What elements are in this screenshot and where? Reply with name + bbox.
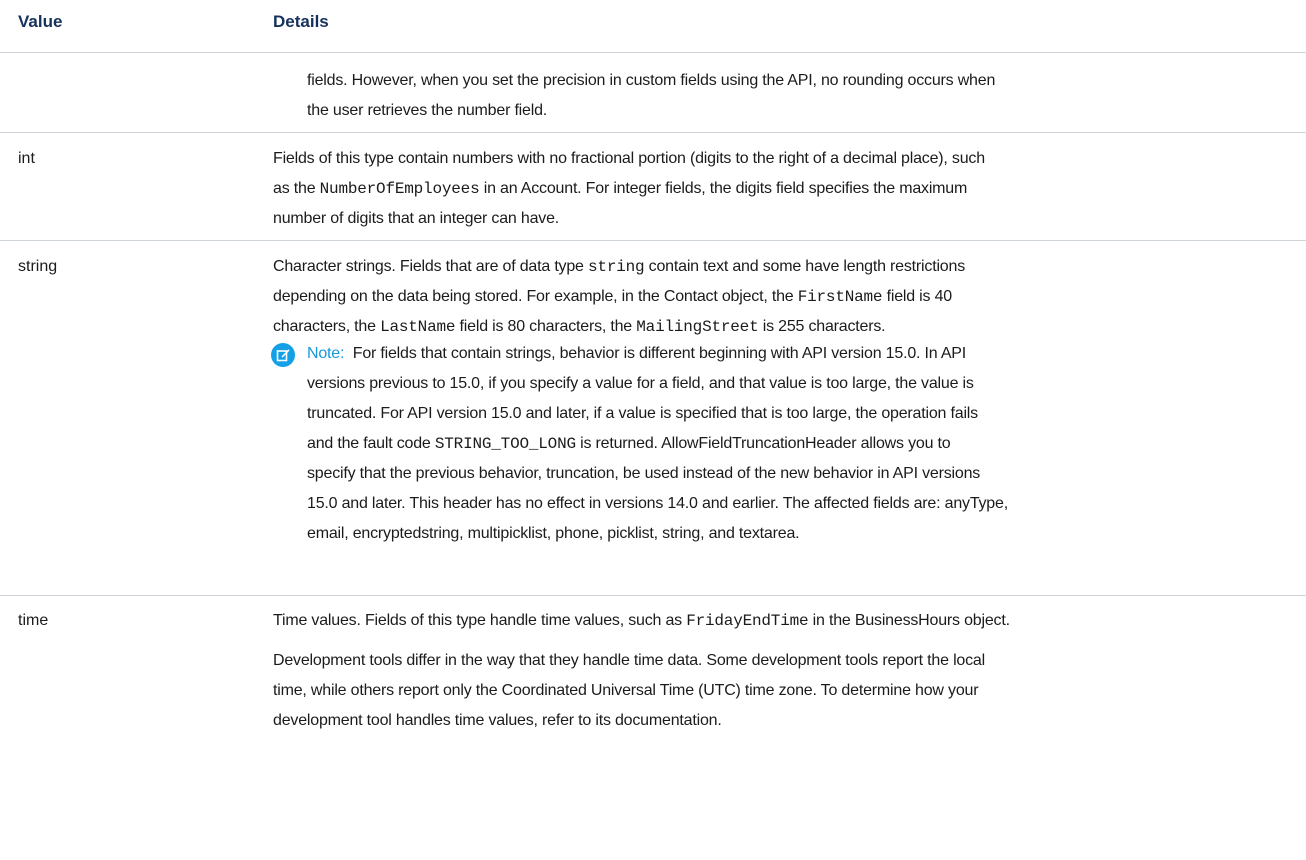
- text-span: Time values. Fields of this type handle …: [273, 612, 687, 629]
- text-span: as the: [273, 180, 320, 197]
- text-span: in an Account. For integer fields, the d…: [479, 180, 968, 197]
- time-p2-line-2: time, while others report only the Coord…: [273, 682, 979, 699]
- continued-line-2: the user retrieves the number field.: [307, 102, 548, 119]
- note-block: Note: For fields that contain strings, b…: [307, 339, 1292, 549]
- value-time: time: [18, 612, 49, 629]
- value-column-header: Value: [18, 12, 63, 31]
- row-divider: [0, 132, 1306, 133]
- text-span: is 255 characters.: [758, 318, 886, 335]
- code-numberofemployees: NumberOfEmployees: [319, 180, 480, 198]
- time-p2-line-3: development tool handles time values, re…: [273, 712, 722, 729]
- row-divider: [0, 595, 1306, 596]
- note-line-6: 15.0 and later. This header has no effec…: [307, 495, 1008, 512]
- text-span: For fields that contain strings, behavio…: [344, 345, 967, 362]
- continued-details: fields. However, when you set the precis…: [307, 66, 1292, 126]
- value-string: string: [18, 258, 58, 275]
- int-line-1: Fields of this type contain numbers with…: [273, 150, 985, 167]
- note-label: Note:: [307, 345, 345, 362]
- text-span: field is 40: [882, 288, 953, 305]
- time-line-1: Time values. Fields of this type handle …: [273, 606, 1298, 636]
- note-line-3: truncated. For API version 15.0 and late…: [307, 405, 978, 422]
- text-span: in the BusinessHours object.: [808, 612, 1010, 629]
- text-span: Character strings. Fields that are of da…: [273, 258, 589, 275]
- int-line-3: number of digits that an integer can hav…: [273, 210, 560, 227]
- text-span: contain text and some have length restri…: [644, 258, 966, 275]
- time-details: Time values. Fields of this type handle …: [273, 606, 1298, 736]
- text-span: characters, the: [273, 318, 381, 335]
- text-span: field is 80 characters, the: [455, 318, 637, 335]
- string-details: Character strings. Fields that are of da…: [273, 252, 1298, 342]
- note-line-5: specify that the previous behavior, trun…: [307, 465, 981, 482]
- string-line-1: Character strings. Fields that are of da…: [273, 252, 1298, 282]
- note-line-1: Note: For fields that contain strings, b…: [307, 339, 1292, 369]
- table-header: Value Details: [0, 0, 1306, 53]
- details-column-header: Details: [273, 12, 329, 31]
- string-line-2: depending on the data being stored. For …: [273, 282, 1298, 312]
- code-fridayendtime: FridayEndTime: [686, 612, 809, 630]
- text-span: depending on the data being stored. For …: [273, 288, 798, 305]
- code-firstname: FirstName: [797, 288, 883, 306]
- note-line-2: versions previous to 15.0, if you specif…: [307, 375, 974, 392]
- time-p2-line-1: Development tools differ in the way that…: [273, 652, 985, 669]
- text-span: is returned. AllowFieldTruncationHeader …: [575, 435, 951, 452]
- string-line-3: characters, the LastName field is 80 cha…: [273, 312, 1298, 342]
- int-line-2: as the NumberOfEmployees in an Account. …: [273, 174, 1298, 204]
- value-int: int: [18, 150, 35, 167]
- note-line-4: and the fault code STRING_TOO_LONG is re…: [307, 429, 1292, 459]
- code-string-too-long: STRING_TOO_LONG: [434, 435, 576, 453]
- row-divider: [0, 240, 1306, 241]
- code-lastname: LastName: [380, 318, 456, 336]
- continued-line-1: fields. However, when you set the precis…: [307, 72, 996, 89]
- code-string: string: [588, 258, 645, 276]
- text-span: and the fault code: [307, 435, 435, 452]
- int-details: Fields of this type contain numbers with…: [273, 144, 1298, 234]
- edit-note-icon: [271, 343, 295, 367]
- note-line-7: email, encryptedstring, multipicklist, p…: [307, 525, 800, 542]
- code-mailingstreet: MailingStreet: [636, 318, 759, 336]
